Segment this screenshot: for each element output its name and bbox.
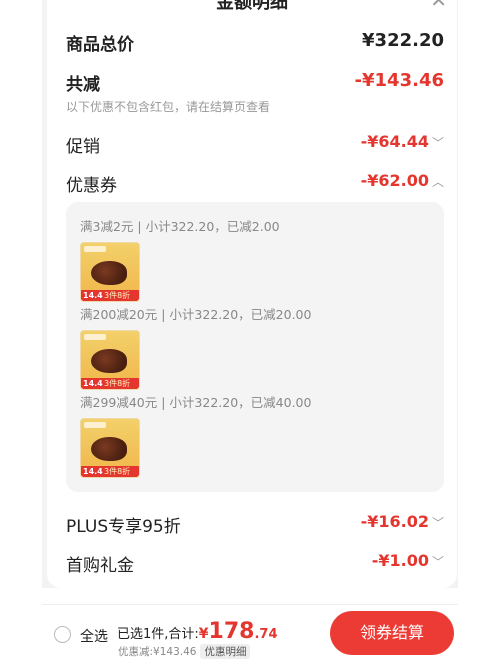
order-summary: 已选1件,合计:¥178.74: [117, 619, 278, 644]
total-price-amount: ¥322.20: [362, 30, 444, 51]
coupon-amount: -¥62.00: [360, 171, 429, 190]
plus-discount-amount-wrap: -¥16.02 ﹀: [361, 512, 444, 531]
checkout-button[interactable]: 领券结算: [330, 611, 454, 655]
product-tag: 14.4 3件8折: [81, 378, 139, 389]
discount-text: 优惠减:¥143.46: [118, 646, 197, 658]
product-deal-tag: 3件8折: [104, 291, 131, 300]
product-image: [91, 349, 127, 373]
product-thumbnail[interactable]: 14.4 3件8折: [80, 418, 140, 478]
product-image: [91, 437, 127, 461]
chevron-up-icon[interactable]: ︿: [432, 173, 444, 190]
coupon-amount-wrap: -¥62.00 ︿: [361, 171, 444, 190]
plus-discount-amount: -¥16.02: [360, 512, 429, 531]
promotion-label: 促销: [66, 137, 100, 157]
total-price-label: 商品总价: [66, 35, 134, 55]
first-gift-row[interactable]: 首购礼金 -¥1.00 ﹀: [66, 551, 444, 576]
product-brand-mark: [84, 422, 106, 428]
chevron-down-icon[interactable]: ﹀: [432, 134, 444, 151]
total-integer: 178: [208, 619, 255, 644]
coupon-detail-box: 满3减2元 | 小计322.20，已减2.00 14.4 3件8折 满200减2…: [66, 202, 444, 492]
total-price-row: 商品总价 ¥322.20: [66, 30, 444, 55]
reduction-note: 以下优惠不包含红包，请在结算页查看: [66, 100, 271, 114]
checkout-bar: 全选 已选1件,合计:¥178.74 优惠减:¥143.46 优惠明细 领券结算: [42, 604, 458, 659]
product-price-tag: 14.4: [83, 379, 103, 388]
product-price-tag: 14.4: [83, 291, 103, 300]
select-all-label[interactable]: 全选: [80, 626, 108, 646]
product-price-tag: 14.4: [83, 467, 103, 476]
product-tag: 14.4 3件8折: [81, 290, 139, 301]
first-gift-label: 首购礼金: [66, 556, 134, 576]
coupon-condition: 满3减2元 | 小计322.20，已减2.00: [80, 219, 280, 234]
promotion-row[interactable]: 促销 -¥64.44 ﹀: [66, 132, 444, 157]
promotion-amount: -¥64.44: [360, 132, 429, 151]
plus-discount-row[interactable]: PLUS专享95折 -¥16.02 ﹀: [66, 512, 444, 537]
sheet-title: 金额明细: [216, 0, 288, 13]
select-all-radio[interactable]: [54, 626, 71, 643]
chevron-down-icon[interactable]: ﹀: [432, 553, 444, 570]
product-deal-tag: 3件8折: [104, 467, 131, 476]
total-reduction-amount: -¥143.46: [354, 70, 444, 91]
promotion-amount-wrap: -¥64.44 ﹀: [361, 132, 444, 151]
product-image: [91, 261, 127, 285]
product-thumbnail[interactable]: 14.4 3件8折: [80, 242, 140, 302]
product-tag: 14.4 3件8折: [81, 466, 139, 477]
chevron-down-icon[interactable]: ﹀: [432, 514, 444, 531]
total-decimal: .74: [254, 627, 278, 642]
first-gift-amount: -¥1.00: [371, 551, 429, 570]
coupon-condition: 满299减40元 | 小计322.20，已减40.00: [80, 395, 312, 410]
close-icon[interactable]: ✕: [430, 0, 447, 12]
coupon-label: 优惠券: [66, 176, 117, 196]
product-brand-mark: [84, 334, 106, 340]
first-gift-amount-wrap: -¥1.00 ﹀: [372, 551, 444, 570]
selected-count-text: 已选1件,合计:: [117, 627, 199, 642]
total-reduction-row: 共减 -¥143.46 以下优惠不包含红包，请在结算页查看: [66, 70, 444, 115]
coupon-row[interactable]: 优惠券 -¥62.00 ︿: [66, 171, 444, 196]
product-deal-tag: 3件8折: [104, 379, 131, 388]
product-thumbnail[interactable]: 14.4 3件8折: [80, 330, 140, 390]
coupon-condition: 满200减20元 | 小计322.20，已减20.00: [80, 307, 312, 322]
plus-discount-label: PLUS专享95折: [66, 517, 181, 537]
sheet-header: 金额明细 ✕: [47, 0, 457, 22]
currency-symbol: ¥: [198, 626, 209, 642]
total-reduction-label: 共减: [66, 75, 100, 95]
product-brand-mark: [84, 246, 106, 252]
